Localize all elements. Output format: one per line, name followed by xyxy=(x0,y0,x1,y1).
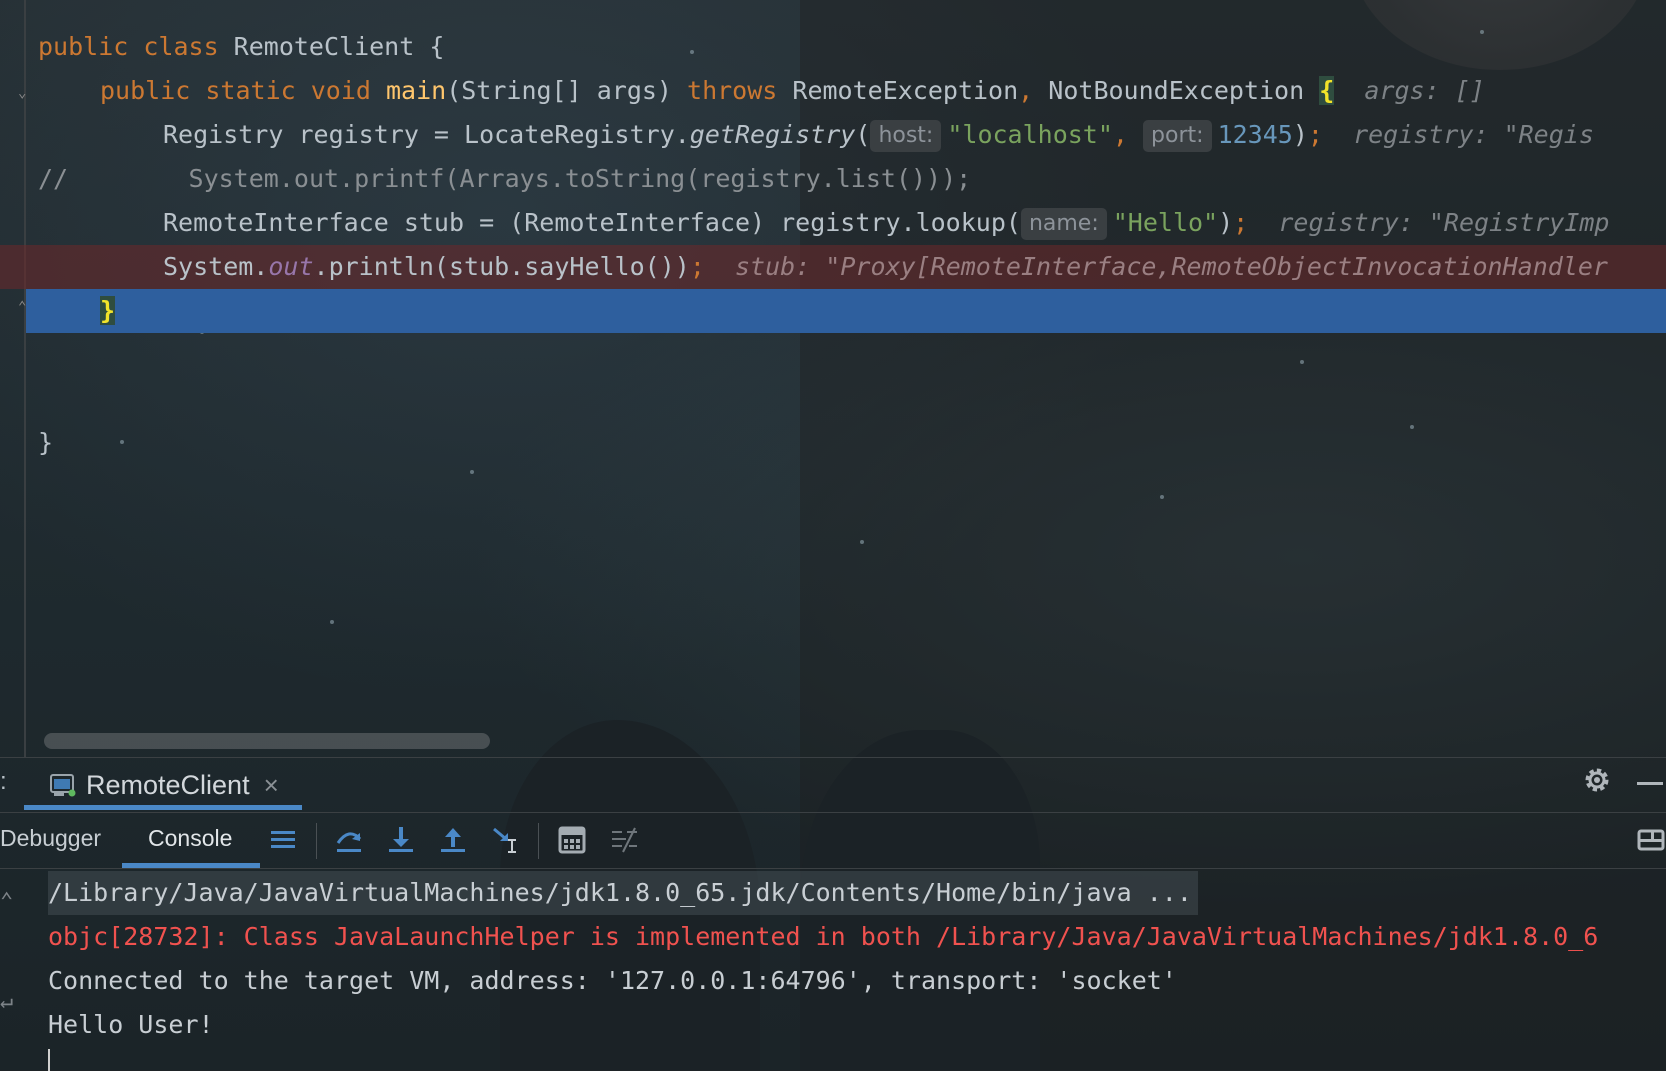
close-tab-icon[interactable]: × xyxy=(264,770,279,801)
code-line-main-decl[interactable]: public static void main(String[] args) t… xyxy=(0,69,1666,113)
string-literal: "Hello" xyxy=(1112,208,1219,237)
class-name: RemoteClient { xyxy=(233,32,445,61)
code-line-breakpoint[interactable]: System.out.println(stub.sayHello()); stu… xyxy=(0,245,1666,289)
exception-type: RemoteException xyxy=(777,76,1019,105)
step-into-icon[interactable] xyxy=(386,825,416,855)
inline-debug-value: registry: "Regis xyxy=(1353,120,1594,149)
comment-marker: // xyxy=(38,164,69,193)
evaluate-expression-icon[interactable] xyxy=(557,825,587,855)
console-output[interactable]: ⌃ ↵ /Library/Java/JavaVirtualMachines/jd… xyxy=(0,869,1666,1071)
paren: ) xyxy=(1292,120,1308,149)
soft-wrap-icon[interactable]: ↵ xyxy=(0,989,13,1014)
code-line-class-end[interactable]: } xyxy=(0,421,1666,465)
paren: ) xyxy=(1218,208,1234,237)
tab-console[interactable]: Console xyxy=(148,825,232,852)
code-text: Registry registry = LocateRegistry. xyxy=(163,120,690,149)
brace-highlight: { xyxy=(1319,76,1335,105)
scroll-up-icon[interactable]: ⌃ xyxy=(0,889,13,914)
header-prefix: : xyxy=(0,768,7,795)
threads-menu-icon[interactable] xyxy=(268,825,298,855)
method-name: getRegistry xyxy=(689,120,856,149)
keyword: public class xyxy=(38,32,234,61)
session-tab-label: RemoteClient xyxy=(86,769,250,800)
method-name: main xyxy=(385,76,447,105)
code-text: .println(stub.sayHello()) xyxy=(313,252,690,281)
debug-tool-header: : RemoteClient × xyxy=(0,758,1666,812)
debug-toolbar: Debugger Console xyxy=(0,813,1666,868)
code-editor[interactable]: ⌄ ⌃ public class RemoteClient { public s… xyxy=(0,0,1666,758)
code-text: RemoteInterface stub = (RemoteInterface)… xyxy=(163,208,1021,237)
closing-brace: } xyxy=(100,296,116,325)
code-line-class-decl[interactable]: public class RemoteClient { xyxy=(0,25,1666,69)
paren: ( xyxy=(855,120,871,149)
static-field: out xyxy=(268,252,314,281)
code-line-current-execution[interactable]: } xyxy=(26,289,1666,333)
closing-brace: } xyxy=(38,428,54,457)
semicolon: ; xyxy=(1233,208,1249,237)
semicolon: ; xyxy=(1307,120,1323,149)
comma: , xyxy=(1112,120,1128,149)
text-cursor xyxy=(48,1049,50,1071)
console-command-line: /Library/Java/JavaVirtualMachines/jdk1.8… xyxy=(48,871,1198,915)
console-info-line: Connected to the target VM, address: '12… xyxy=(48,966,1177,995)
param-hint: host: xyxy=(870,120,942,152)
keyword: public static void xyxy=(100,76,386,105)
console-output-line: Hello User! xyxy=(48,1010,214,1039)
layout-icon[interactable] xyxy=(1637,825,1666,855)
horizontal-scrollbar[interactable] xyxy=(44,733,490,749)
keyword: throws xyxy=(687,76,778,105)
semicolon: ; xyxy=(689,252,705,281)
code-line-lookup[interactable]: RemoteInterface stub = (RemoteInterface)… xyxy=(0,201,1666,245)
exception-type: NotBoundException xyxy=(1033,76,1320,105)
code-line-commented[interactable]: // System.out.printf(Arrays.toString(reg… xyxy=(0,157,1666,201)
step-out-icon[interactable] xyxy=(438,825,468,855)
run-to-cursor-icon[interactable] xyxy=(490,825,520,855)
minimize-icon[interactable] xyxy=(1637,782,1663,785)
code-text: System. xyxy=(163,252,269,281)
session-tab-indicator xyxy=(24,805,302,810)
comma: , xyxy=(1018,76,1034,105)
console-window-icon xyxy=(50,773,76,797)
param-hint: port: xyxy=(1143,120,1212,152)
param-hint: name: xyxy=(1020,208,1107,240)
inline-debug-value: registry: "RegistryImp xyxy=(1278,208,1610,237)
code-line-get-registry[interactable]: Registry registry = LocateRegistry.getRe… xyxy=(0,113,1666,157)
session-tab-remoteclient[interactable]: RemoteClient × xyxy=(50,758,279,812)
comment-text: System.out.printf(Arrays.toString(regist… xyxy=(188,164,972,193)
number-literal: 12345 xyxy=(1217,120,1293,149)
string-literal: "localhost" xyxy=(947,120,1113,149)
inline-debug-value: args: [] xyxy=(1364,76,1485,105)
step-over-icon[interactable] xyxy=(334,825,364,855)
trace-icon[interactable] xyxy=(609,825,639,855)
params: (String[] args) xyxy=(446,76,688,105)
tab-debugger[interactable]: Debugger xyxy=(0,825,101,852)
console-error-line: objc[28732]: Class JavaLaunchHelper is i… xyxy=(48,922,1599,951)
gear-icon[interactable] xyxy=(1582,765,1612,795)
inline-debug-value: stub: "Proxy[RemoteInterface,RemoteObjec… xyxy=(734,252,1608,281)
